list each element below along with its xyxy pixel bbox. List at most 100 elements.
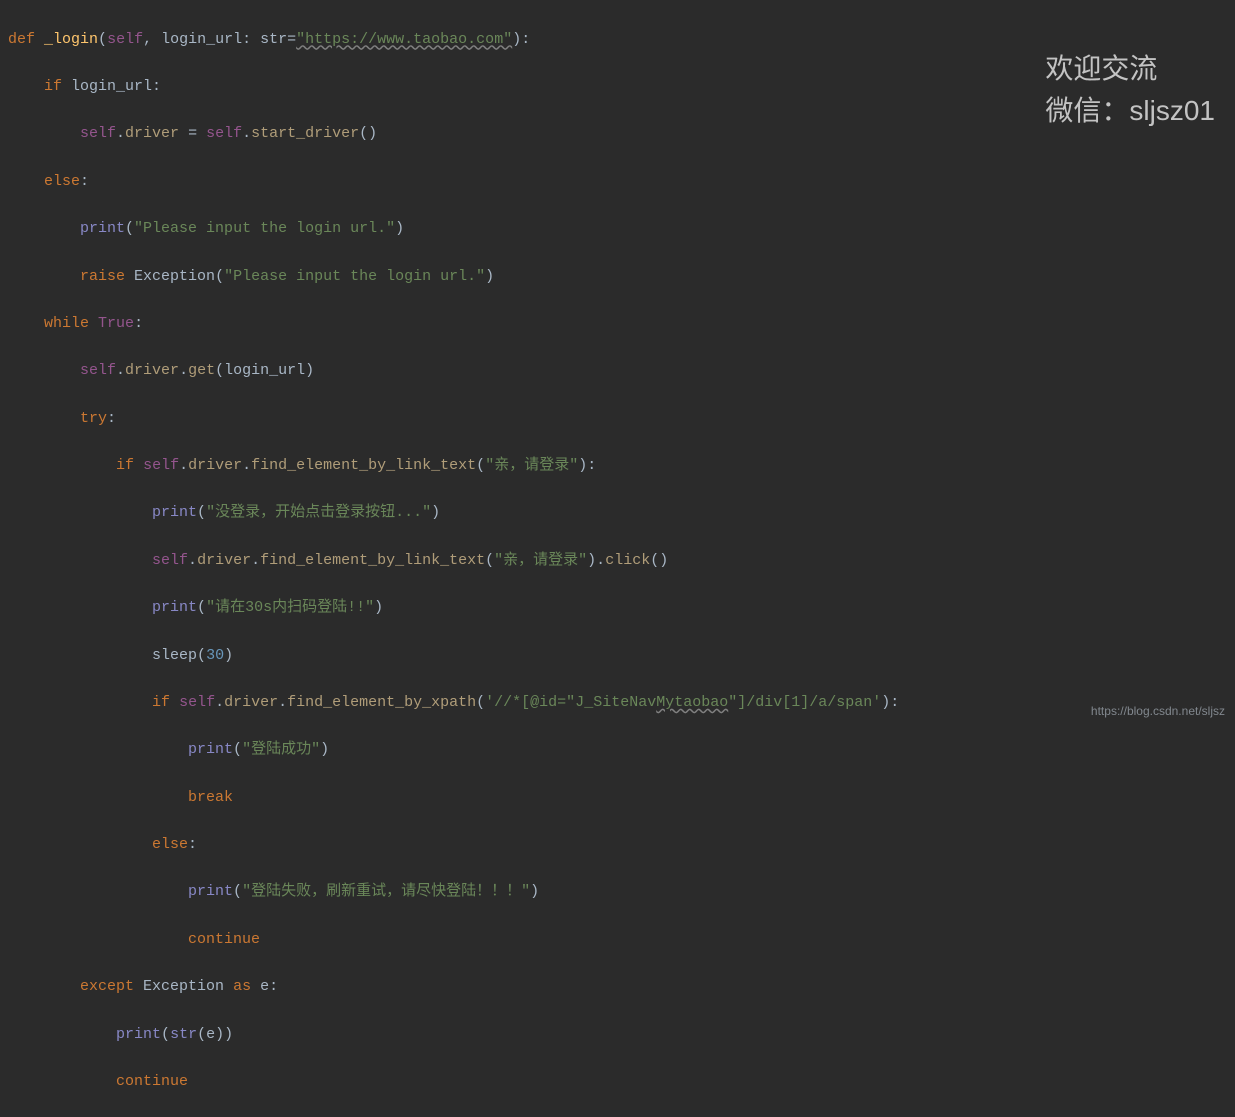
string-literal: "亲，请登录" xyxy=(494,552,587,569)
code-line: try: xyxy=(8,407,1235,431)
close-parens: )) xyxy=(215,1026,233,1043)
attr-driver: driver xyxy=(125,362,179,379)
print-call: print xyxy=(116,1026,161,1043)
keyword-raise: raise xyxy=(80,268,125,285)
param-login-url: login_url xyxy=(152,31,242,48)
print-call: print xyxy=(80,220,125,237)
exception-class: Exception xyxy=(134,268,215,285)
colon: : xyxy=(107,410,116,427)
method-get: get xyxy=(188,362,215,379)
keyword-continue: continue xyxy=(116,1073,188,1090)
dot: . xyxy=(278,694,287,711)
method-find-xpath: find_element_by_xpath xyxy=(287,694,476,711)
code-line: if self.driver.find_element_by_xpath('//… xyxy=(8,691,1235,715)
string-literal: "登陆成功" xyxy=(242,741,320,758)
open-paren: ( xyxy=(476,694,485,711)
code-line: def _login(self, login_url: str="https:/… xyxy=(8,28,1235,52)
code-line: print("没登录，开始点击登录按钮...") xyxy=(8,501,1235,525)
open-paren: ( xyxy=(161,1026,170,1043)
space xyxy=(125,268,134,285)
space xyxy=(251,978,260,995)
close-paren: ) xyxy=(395,220,404,237)
code-line: continue xyxy=(8,1070,1235,1094)
self-ref: self xyxy=(80,125,116,142)
open-paren: ( xyxy=(485,552,494,569)
colon: : xyxy=(242,31,260,48)
space xyxy=(134,457,143,474)
space xyxy=(170,694,179,711)
call-parens: () xyxy=(650,552,668,569)
dot: . xyxy=(251,552,260,569)
attr-driver: driver xyxy=(125,125,179,142)
self-ref: self xyxy=(206,125,242,142)
comma: , xyxy=(143,31,152,48)
open-paren: ( xyxy=(125,220,134,237)
dot: . xyxy=(179,362,188,379)
call-parens: () xyxy=(359,125,377,142)
self-ref: self xyxy=(80,362,116,379)
code-line: self.driver = self.start_driver() xyxy=(8,122,1235,146)
close-paren: ) xyxy=(431,504,440,521)
string-literal: "登陆失败，刷新重试，请尽快登陆！！！" xyxy=(242,883,530,900)
keyword-except: except xyxy=(80,978,134,995)
keyword-if: if xyxy=(44,78,62,95)
keyword-else: else xyxy=(152,836,188,853)
code-line: self.driver.find_element_by_link_text("亲… xyxy=(8,549,1235,573)
method-click: click xyxy=(605,552,650,569)
code-line: print("登陆成功") xyxy=(8,738,1235,762)
attr-driver: driver xyxy=(188,457,242,474)
open-paren: ( xyxy=(98,31,107,48)
string-literal: "请在30s内扫码登陆!!" xyxy=(206,599,374,616)
code-line: print(str(e)) xyxy=(8,1023,1235,1047)
code-line: except Exception as e: xyxy=(8,975,1235,999)
keyword-def: def xyxy=(8,31,35,48)
code-editor[interactable]: def _login(self, login_url: str="https:/… xyxy=(8,4,1235,1117)
dot: . xyxy=(215,694,224,711)
self-ref: self xyxy=(143,457,179,474)
print-call: print xyxy=(188,741,233,758)
open-paren: ( xyxy=(233,741,242,758)
close-paren-colon: ): xyxy=(881,694,899,711)
print-call: print xyxy=(152,504,197,521)
default-url-string: "https://www.taobao.com" xyxy=(296,31,512,48)
keyword-if: if xyxy=(116,457,134,474)
open-paren: ( xyxy=(215,268,224,285)
self-param: self xyxy=(107,31,143,48)
attr-driver: driver xyxy=(224,694,278,711)
space xyxy=(134,978,143,995)
open-paren: ( xyxy=(197,504,206,521)
type-str: str xyxy=(260,31,287,48)
code-line: if login_url: xyxy=(8,75,1235,99)
code-line: if self.driver.find_element_by_link_text… xyxy=(8,454,1235,478)
code-line: raise Exception("Please input the login … xyxy=(8,265,1235,289)
close-paren-dot: ). xyxy=(587,552,605,569)
open-paren: ( xyxy=(197,1026,206,1043)
close-paren-colon: ): xyxy=(578,457,596,474)
self-ref: self xyxy=(179,694,215,711)
keyword-try: try xyxy=(80,410,107,427)
equals: = xyxy=(287,31,296,48)
close-paren: ) xyxy=(485,268,494,285)
close-paren: ): xyxy=(512,31,530,48)
string-literal: "没登录，开始点击登录按钮..." xyxy=(206,504,431,521)
dot: . xyxy=(188,552,197,569)
colon: : xyxy=(152,78,161,95)
dot: . xyxy=(179,457,188,474)
xpath-string-c: "]/div[1]/a/span' xyxy=(728,694,881,711)
open-paren: ( xyxy=(233,883,242,900)
dot: . xyxy=(242,457,251,474)
code-line: else: xyxy=(8,170,1235,194)
equals: = xyxy=(179,125,206,142)
var-e: e xyxy=(206,1026,215,1043)
arg-login-url: login_url xyxy=(224,362,305,379)
exception-class: Exception xyxy=(143,978,224,995)
keyword-as: as xyxy=(233,978,251,995)
close-paren: ) xyxy=(320,741,329,758)
number-literal: 30 xyxy=(206,647,224,664)
space xyxy=(224,978,233,995)
str-call: str xyxy=(170,1026,197,1043)
code-line: while True: xyxy=(8,312,1235,336)
code-line: continue xyxy=(8,928,1235,952)
code-line: print("Please input the login url.") xyxy=(8,217,1235,241)
code-line: self.driver.get(login_url) xyxy=(8,359,1235,383)
